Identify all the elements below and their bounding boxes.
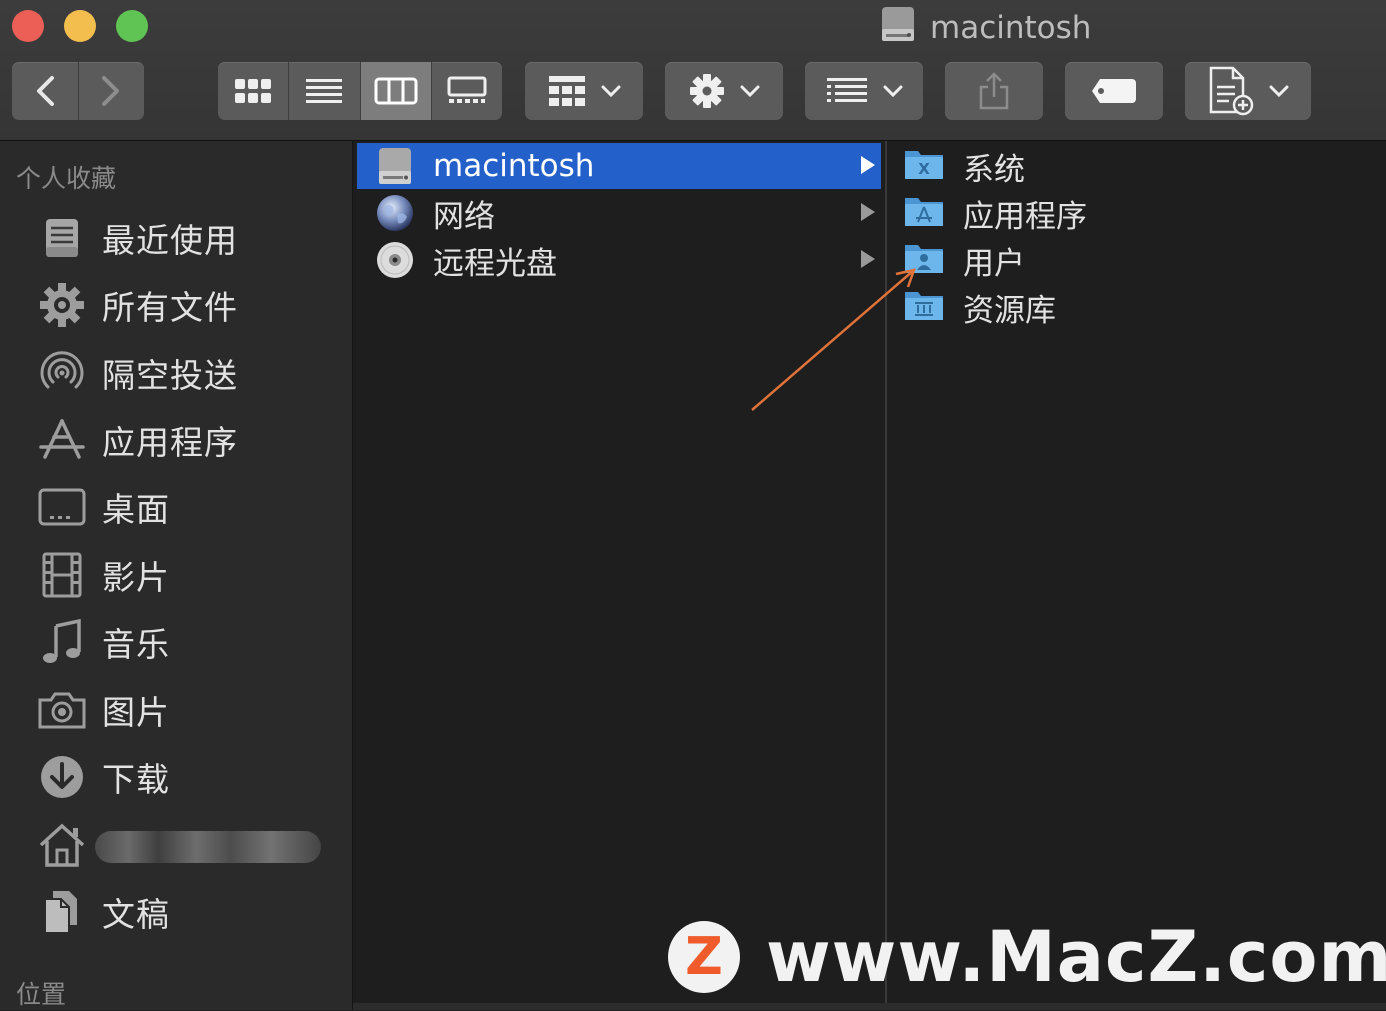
title-bar: macintosh bbox=[0, 0, 1386, 141]
group-icon bbox=[549, 76, 585, 106]
network-globe-icon bbox=[373, 191, 417, 235]
sidebar-item-recents[interactable]: 最近使用 bbox=[36, 210, 238, 266]
disclosure-arrow-icon bbox=[861, 203, 875, 221]
group-button[interactable] bbox=[525, 62, 643, 120]
disclosure-arrow-icon bbox=[861, 250, 875, 268]
chevron-down-icon bbox=[883, 85, 903, 97]
list-item-users[interactable]: 用户 bbox=[903, 237, 1025, 283]
documents-icon bbox=[36, 886, 88, 938]
list-item-applications[interactable]: 应用程序 bbox=[903, 190, 1087, 236]
arrange-button[interactable] bbox=[805, 62, 923, 120]
navigation-buttons bbox=[12, 62, 144, 120]
sidebar-item-home[interactable] bbox=[36, 817, 102, 873]
tag-button[interactable] bbox=[1065, 62, 1163, 120]
system-folder-icon: X bbox=[903, 147, 945, 185]
new-document-button[interactable] bbox=[1185, 62, 1311, 120]
column-2: X 系统 应用程序 用户 资源库 bbox=[887, 141, 1386, 1003]
sidebar: 个人收藏 最近使用 所有文件 隔空投送 应用程序 桌面 影片 音乐 图片 下载 … bbox=[0, 141, 353, 1010]
camera-icon bbox=[36, 684, 88, 736]
locations-header: 位置 bbox=[16, 980, 67, 1009]
sidebar-item-documents[interactable]: 文稿 bbox=[36, 884, 170, 940]
airdrop-icon bbox=[36, 347, 88, 399]
chevron-down-icon bbox=[740, 85, 760, 97]
view-switcher bbox=[218, 62, 502, 120]
desktop-icon bbox=[36, 481, 88, 533]
sidebar-item-all-files[interactable]: 所有文件 bbox=[36, 277, 238, 333]
music-note-icon bbox=[36, 616, 88, 668]
sidebar-item-pictures[interactable]: 图片 bbox=[36, 682, 170, 738]
sidebar-item-applications[interactable]: 应用程序 bbox=[36, 412, 238, 468]
applications-icon bbox=[36, 414, 88, 466]
list-item-macintosh[interactable]: macintosh bbox=[357, 143, 881, 189]
chevron-down-icon bbox=[1269, 85, 1289, 97]
watermark-text: www.MacZ.com bbox=[766, 916, 1386, 998]
chevron-right-icon bbox=[102, 76, 120, 106]
back-button[interactable] bbox=[12, 62, 78, 120]
users-folder-icon bbox=[903, 241, 945, 279]
column-view-icon bbox=[374, 77, 418, 105]
icon-view-icon bbox=[235, 79, 272, 103]
sidebar-item-movies[interactable]: 影片 bbox=[36, 547, 170, 603]
share-icon bbox=[979, 72, 1009, 110]
column-view-button[interactable] bbox=[359, 62, 431, 120]
window-title-text: macintosh bbox=[930, 10, 1092, 46]
close-window-button[interactable] bbox=[12, 10, 44, 42]
chevron-down-icon bbox=[601, 85, 621, 97]
sidebar-item-airdrop[interactable]: 隔空投送 bbox=[36, 345, 238, 401]
favorites-header: 个人收藏 bbox=[16, 164, 117, 193]
sidebar-item-music[interactable]: 音乐 bbox=[36, 614, 170, 670]
gear-icon bbox=[36, 279, 88, 331]
horizontal-scrollbar[interactable] bbox=[353, 1003, 1386, 1010]
hard-drive-icon bbox=[373, 144, 417, 188]
download-icon bbox=[36, 751, 88, 803]
gallery-view-button[interactable] bbox=[430, 62, 502, 120]
list-view-icon bbox=[306, 79, 343, 103]
action-button[interactable] bbox=[665, 62, 783, 120]
column-1: macintosh 网络 远程光盘 bbox=[353, 141, 887, 1003]
list-view-button[interactable] bbox=[288, 62, 359, 120]
new-document-icon bbox=[1209, 66, 1254, 116]
tag-icon bbox=[1092, 79, 1136, 103]
recents-icon bbox=[36, 212, 88, 264]
disclosure-arrow-icon bbox=[861, 156, 875, 174]
disc-icon bbox=[373, 238, 417, 282]
list-item-remote-disc[interactable]: 远程光盘 bbox=[357, 237, 881, 283]
svg-text:X: X bbox=[918, 160, 930, 178]
library-folder-icon bbox=[903, 288, 945, 326]
watermark-logo: Z bbox=[668, 921, 740, 993]
list-item-library[interactable]: 资源库 bbox=[903, 284, 1056, 330]
home-icon bbox=[36, 819, 88, 871]
watermark: Z www.MacZ.com bbox=[668, 912, 1386, 1002]
minimize-window-button[interactable] bbox=[64, 10, 96, 42]
zoom-window-button[interactable] bbox=[116, 10, 148, 42]
sidebar-item-downloads[interactable]: 下载 bbox=[36, 749, 170, 805]
sidebar-item-desktop[interactable]: 桌面 bbox=[36, 479, 170, 535]
forward-button[interactable] bbox=[77, 62, 145, 120]
applications-folder-icon bbox=[903, 194, 945, 232]
window-title: macintosh bbox=[880, 6, 1091, 50]
icon-view-button[interactable] bbox=[218, 62, 288, 120]
chevron-left-icon bbox=[36, 76, 54, 106]
share-button[interactable] bbox=[945, 62, 1043, 120]
list-item-system[interactable]: X 系统 bbox=[903, 143, 1025, 189]
redacted-username bbox=[95, 831, 321, 863]
arrange-icon bbox=[827, 78, 867, 102]
hard-drive-icon bbox=[880, 5, 916, 51]
film-icon bbox=[36, 549, 88, 601]
gallery-view-icon bbox=[447, 76, 487, 103]
list-item-network[interactable]: 网络 bbox=[357, 190, 881, 236]
gear-icon bbox=[690, 74, 724, 108]
